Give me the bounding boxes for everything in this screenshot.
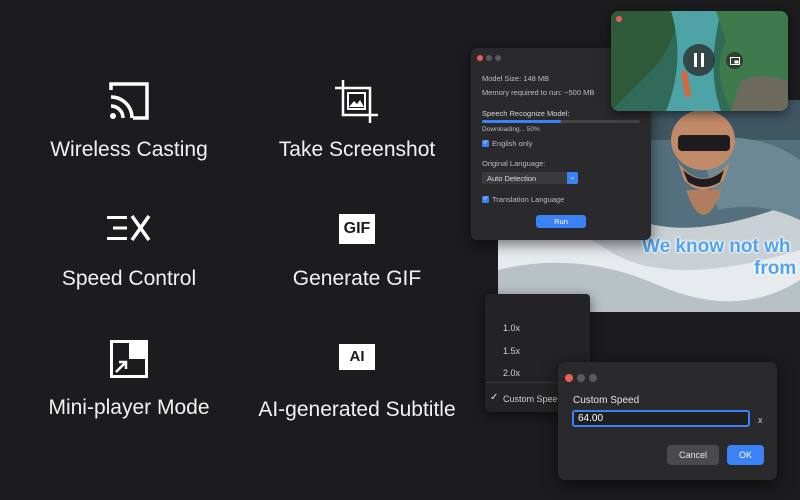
checkmark-icon: ✓ [490, 392, 499, 403]
mini-player-window[interactable] [611, 11, 788, 111]
custom-speed-dialog: Custom Speed x Cancel OK [558, 362, 777, 480]
progress-fill [482, 120, 561, 123]
speed-option[interactable]: 2.0x [503, 368, 520, 378]
select-value: Auto Detection [487, 174, 537, 183]
chevron-down-icon: ⌄ [567, 172, 578, 184]
gif-icon: GIF [339, 214, 375, 244]
picture-in-picture-icon [729, 56, 740, 65]
cast-icon [109, 82, 149, 120]
pip-button[interactable] [726, 52, 743, 69]
feature-label: AI-generated Subtitle [258, 398, 456, 421]
checkmark-icon: ✓ [482, 140, 489, 147]
translation-language-checkbox[interactable]: ✓ Translation Language [482, 195, 564, 204]
speech-model-label: Speech Recognize Model: [482, 109, 570, 118]
video-subtitle: We know not wh from [642, 236, 796, 280]
checkbox-label: Translation Language [492, 195, 565, 204]
feature-wireless-casting: Wireless Casting [14, 80, 244, 162]
download-progress-bar [482, 120, 640, 123]
feature-label: Mini-player Mode [48, 396, 210, 419]
feature-label: Take Screenshot [278, 138, 436, 161]
memory-text: Memory required to run: ~500 MB [482, 88, 595, 97]
pause-button[interactable] [683, 44, 715, 76]
checkmark-icon: ✓ [482, 196, 489, 203]
feature-ai-subtitle: AI AI-generated Subtitle [242, 344, 472, 422]
feature-generate-gif: GIF Generate GIF [242, 214, 472, 291]
close-dot[interactable] [565, 374, 573, 382]
ok-button[interactable]: OK [727, 445, 764, 465]
ai-icon: AI [339, 344, 375, 370]
minimize-dot[interactable] [486, 55, 492, 61]
close-dot[interactable] [477, 55, 483, 61]
window-controls [477, 54, 504, 63]
english-only-checkbox[interactable]: ✓ English only [482, 139, 532, 148]
feature-label: Generate GIF [292, 267, 422, 290]
downloading-text: Downloading... 50% [482, 126, 540, 133]
zoom-dot[interactable] [495, 55, 501, 61]
speed-icon [107, 214, 151, 242]
run-button[interactable]: Run [536, 215, 586, 228]
custom-speed-option[interactable]: Custom Speed [503, 394, 563, 404]
crop-image-icon [335, 80, 378, 123]
minimize-dot[interactable] [577, 374, 585, 382]
zoom-dot[interactable] [589, 374, 597, 382]
close-dot[interactable] [616, 16, 622, 22]
feature-label: Speed Control [61, 267, 197, 290]
subtitle-line: from [754, 258, 797, 279]
checkbox-label: English only [492, 139, 533, 148]
feature-speed-control: Speed Control [14, 214, 244, 291]
mini-player-icon [110, 340, 148, 378]
custom-speed-input[interactable] [572, 410, 750, 427]
speed-option[interactable]: 1.0x [503, 323, 520, 333]
feature-mini-player: Mini-player Mode [14, 340, 244, 420]
original-language-select[interactable]: Auto Detection ⌄ [482, 172, 578, 184]
speed-unit-label: x [758, 415, 763, 425]
original-language-label: Original Language: [482, 159, 546, 168]
feature-take-screenshot: Take Screenshot [242, 80, 472, 162]
dialog-title: Custom Speed [573, 395, 640, 406]
subtitle-line: We know not wh [642, 236, 791, 257]
model-size-text: Model Size: 148 MB [482, 74, 550, 83]
speed-option[interactable]: 1.5x [503, 346, 520, 356]
feature-label: Wireless Casting [50, 138, 208, 161]
cancel-button[interactable]: Cancel [667, 445, 719, 465]
pause-icon [694, 53, 704, 67]
window-controls [565, 369, 601, 387]
